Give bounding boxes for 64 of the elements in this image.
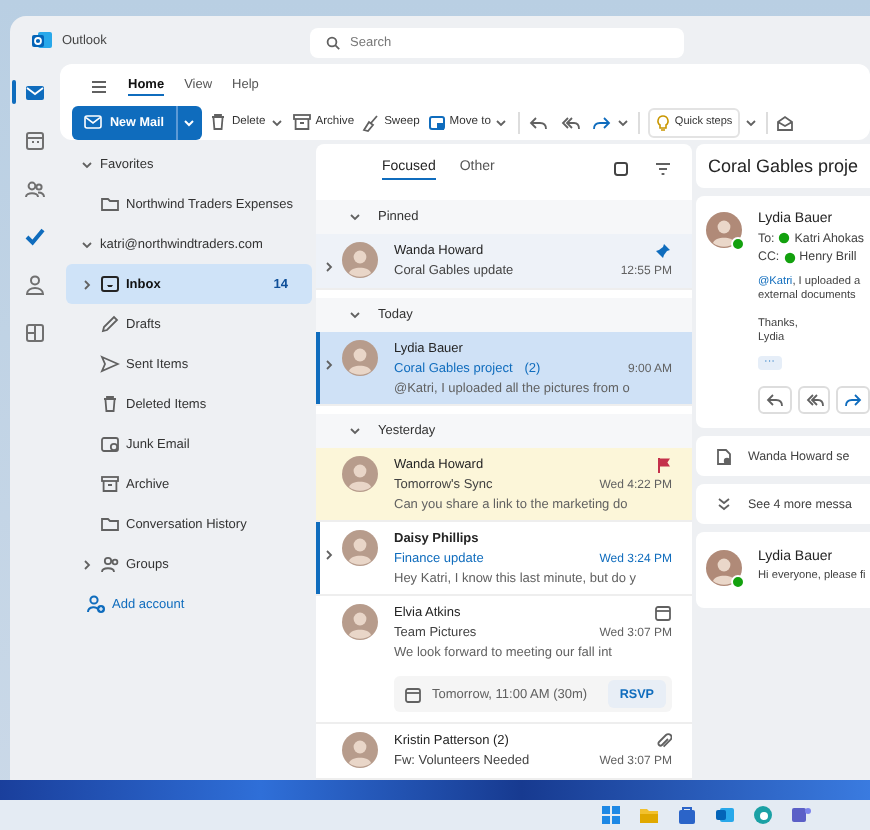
send-icon: [100, 354, 120, 374]
avatar: [342, 456, 378, 492]
edge-icon[interactable]: [752, 804, 774, 826]
chevron-down-icon: [494, 115, 509, 129]
folder-icon: [100, 514, 120, 534]
chevron-down-icon: [348, 424, 362, 438]
double-chevron-icon: [716, 496, 732, 512]
trash-icon: [207, 112, 228, 132]
trash-icon: [100, 394, 120, 414]
outlook-icon[interactable]: [714, 804, 736, 826]
archive-icon: [100, 474, 120, 494]
lightbulb-icon: [656, 113, 671, 131]
envelope-icon[interactable]: [776, 113, 795, 131]
avatar: [342, 340, 378, 376]
subject-heading: Coral Gables proje: [696, 144, 870, 188]
store-icon[interactable]: [676, 804, 698, 826]
avatar: [342, 530, 378, 566]
junk-folder-icon: [100, 434, 120, 454]
avatar: [342, 732, 378, 768]
outlook-logo-icon: [32, 30, 52, 50]
chevron-down-icon: [348, 210, 362, 224]
reply-all-icon[interactable]: [560, 113, 581, 131]
people-icon: [100, 554, 120, 574]
person-icon[interactable]: [24, 273, 46, 295]
people-icon[interactable]: [24, 177, 46, 199]
menu-icon[interactable]: [90, 77, 108, 95]
chevron-right-icon: [80, 277, 94, 291]
forward-icon[interactable]: [592, 113, 613, 131]
avatar: [342, 604, 378, 640]
reply-all-icon: [805, 392, 823, 408]
broom-icon: [362, 113, 381, 131]
move-folder-icon: [427, 113, 446, 131]
filter-icon[interactable]: [654, 159, 672, 177]
teams-icon[interactable]: [790, 804, 812, 826]
forward-button[interactable]: [836, 386, 870, 414]
apps-icon[interactable]: [24, 321, 46, 343]
reply-button[interactable]: [758, 386, 792, 414]
add-person-icon: [86, 594, 106, 614]
calendar-icon[interactable]: [24, 129, 46, 151]
chevron-down-icon: [744, 115, 759, 129]
chevron-down-icon: [269, 115, 284, 129]
avatar: [706, 212, 746, 252]
mail-icon: [84, 114, 102, 130]
start-icon[interactable]: [600, 804, 622, 826]
calendar-icon: [404, 685, 422, 703]
avatar: [706, 550, 746, 590]
search-icon: [326, 35, 340, 49]
reply-all-button[interactable]: [797, 386, 831, 414]
chevron-down-icon: [348, 308, 362, 322]
inbox-icon: [100, 274, 120, 294]
archive-icon: [291, 112, 312, 132]
select-icon[interactable]: [612, 159, 630, 177]
sent-document-icon: [716, 447, 732, 465]
pencil-icon: [100, 314, 120, 334]
new-mail-dropdown[interactable]: [175, 105, 202, 139]
checkmark-icon[interactable]: [24, 225, 46, 247]
avatar: [342, 242, 378, 278]
folder-icon: [100, 194, 120, 214]
chevron-down-icon: [182, 115, 197, 129]
chevron-down-icon: [616, 115, 631, 129]
reply-icon: [765, 392, 784, 408]
reply-icon[interactable]: [528, 113, 549, 131]
forward-icon: [844, 392, 863, 408]
mail-icon[interactable]: [24, 81, 46, 103]
